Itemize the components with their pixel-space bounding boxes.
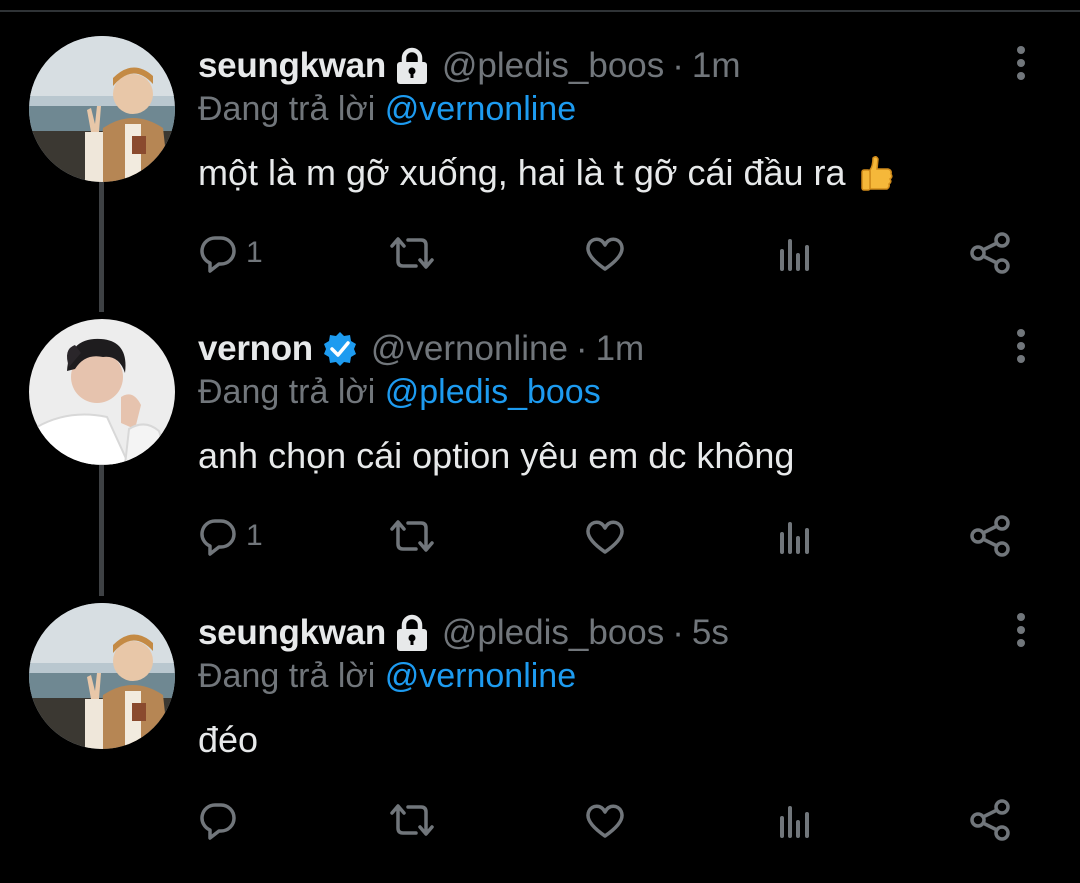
tweet-actions: 1 [198,228,1028,278]
analytics-icon [780,806,809,838]
separator-dot: · [672,46,684,85]
tweet-actions [198,795,1028,845]
reply-icon [200,236,236,273]
retweet-button[interactable] [386,228,438,278]
more-options-icon[interactable] [1008,327,1034,367]
share-icon [970,515,1010,557]
lock-icon [394,47,430,85]
avatar[interactable] [29,36,175,182]
timestamp[interactable]: 5s [692,613,729,653]
heart-icon [586,237,624,271]
replying-to-label: Đang trả lời [198,373,376,411]
mention-link[interactable]: @vernonline [385,657,576,695]
share-button[interactable] [968,511,1012,561]
avatar[interactable] [29,603,175,749]
tweet-actions: 1 [198,511,1028,561]
like-button[interactable] [583,228,627,278]
user-handle[interactable]: @pledis_boos [442,46,664,86]
tweet-header: vernon @vernonline · 1m [198,327,644,371]
like-button[interactable] [583,511,627,561]
replying-to-label: Đang trả lời [198,657,376,695]
reply-icon [200,803,236,840]
separator-dot: · [575,329,588,368]
analytics-button[interactable] [776,511,816,561]
timestamp[interactable]: 1m [596,329,645,369]
reply-icon [200,519,236,556]
reply-button[interactable]: 1 [198,228,263,278]
analytics-icon [780,239,809,271]
lock-icon [394,614,430,652]
retweet-icon [390,520,434,552]
tweet-text-content: anh chọn cái option yêu em dc không [198,435,795,476]
reply-count: 1 [246,236,263,269]
display-name[interactable]: seungkwan [198,46,386,86]
analytics-button[interactable] [776,228,816,278]
retweet-icon [390,804,434,836]
retweet-icon [390,237,434,269]
analytics-button[interactable] [776,795,816,845]
retweet-button[interactable] [386,795,438,845]
retweet-button[interactable] [386,511,438,561]
analytics-icon [780,522,809,554]
heart-icon [586,804,624,838]
user-handle[interactable]: @pledis_boos [442,613,664,653]
replying-to: Đang trả lời @pledis_boos [198,373,601,412]
share-button[interactable] [968,228,1012,278]
tweet-text: đéo [198,719,258,761]
timestamp[interactable]: 1m [692,46,741,86]
share-button[interactable] [968,795,1012,845]
avatar[interactable] [29,319,175,465]
tweet-text: anh chọn cái option yêu em dc không [198,435,794,477]
tweet-header: seungkwan @pledis_boos · 1m [198,44,741,88]
replying-to-label: Đang trả lời [198,90,376,128]
mention-link[interactable]: @pledis_boos [385,373,601,411]
share-icon [970,799,1010,841]
separator-dot: · [672,613,684,652]
tweet-text-content: đéo [198,719,259,760]
tweet-header: seungkwan @pledis_boos · 5s [198,611,729,655]
tweet[interactable]: seungkwan @pledis_boos · 1m Đang trả lời… [0,36,1080,316]
like-button[interactable] [583,795,627,845]
verified-icon [321,330,359,368]
tweet[interactable]: seungkwan @pledis_boos · 5s Đang trả lời… [0,603,1080,883]
more-options-icon[interactable] [1008,611,1034,651]
reply-count: 1 [246,519,263,552]
tweet-text-content: một là m gỡ xuống, hai là t gỡ cái đầu r… [198,152,846,193]
tweet[interactable]: vernon @vernonline · 1m Đang trả lời @pl… [0,319,1080,599]
reply-button[interactable]: 1 [198,511,263,561]
reply-button[interactable] [198,795,246,845]
user-handle[interactable]: @vernonline [371,329,568,369]
replying-to: Đang trả lời @vernonline [198,657,576,696]
mention-link[interactable]: @vernonline [385,90,576,128]
display-name[interactable]: vernon [198,329,313,369]
thumbs-up-icon [860,154,894,192]
share-icon [970,232,1010,274]
replying-to: Đang trả lời @vernonline [198,90,576,129]
more-options-icon[interactable] [1008,44,1034,84]
top-divider [0,0,1080,12]
tweet-text: một là m gỡ xuống, hai là t gỡ cái đầu r… [198,152,894,194]
display-name[interactable]: seungkwan [198,613,386,653]
heart-icon [586,520,624,554]
